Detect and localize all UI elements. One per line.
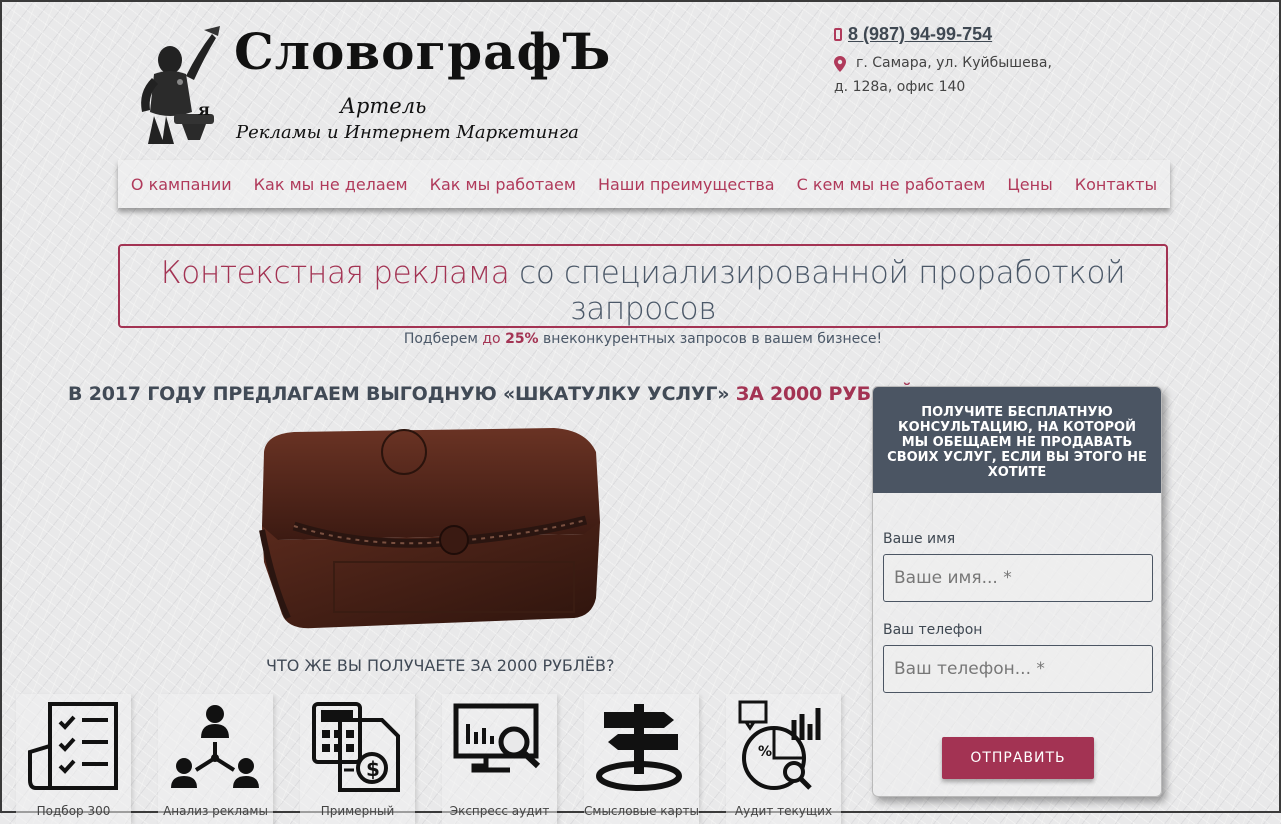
brand-name[interactable]: СловографЪ — [234, 22, 611, 81]
form-title: ПОЛУЧИТЕ БЕСПЛАТНУЮ КОНСУЛЬТАЦИЮ, НА КОТ… — [873, 387, 1161, 493]
checklist-icon — [28, 702, 118, 790]
service-tile-keywords[interactable]: Подбор 300 — [16, 694, 131, 824]
service-label: Смысловые карты — [584, 804, 699, 818]
phone-link[interactable]: 8 (987) 94-99-754 — [848, 24, 992, 45]
offer-heading: В 2017 ГОДУ ПРЕДЛАГАЕМ ВЫГОДНУЮ «ШКАТУЛК… — [68, 383, 924, 405]
service-label: Анализ рекламы — [163, 804, 268, 818]
main-nav: О кампании Как мы не делаем Как мы работ… — [118, 160, 1170, 208]
service-label: Подбор 300 — [36, 804, 111, 818]
offer-text: В 2017 ГОДУ ПРЕДЛАГАЕМ ВЫГОДНУЮ «ШКАТУЛК… — [68, 383, 730, 405]
svg-text:$: $ — [366, 757, 380, 781]
calculator-document-icon: $ — [312, 702, 400, 792]
hero-banner: Контекстная реклама со специализированно… — [118, 244, 1168, 347]
consultation-form: ПОЛУЧИТЕ БЕСПЛАТНУЮ КОНСУЛЬТАЦИЮ, НА КОТ… — [872, 386, 1162, 797]
banner-sub-text-1: Подберем — [403, 331, 478, 347]
service-tile-semantic-maps[interactable]: Смысловые карты — [584, 694, 699, 824]
services-list: Подбор 300 Анализ рекламы $ Примерный Эк… — [16, 694, 841, 824]
banner-title-rest: со специализированной проработкой запрос… — [519, 255, 1126, 327]
banner-sub-text-2: до — [482, 331, 501, 347]
service-tile-current-audit[interactable]: % Аудит текущих — [726, 694, 841, 824]
phone-icon — [834, 28, 842, 41]
service-label: Аудит текущих — [734, 804, 833, 818]
nav-item-advantages[interactable]: Наши преимущества — [598, 175, 775, 194]
brand-tagline: Рекламы и Интернет Маркетинга — [236, 122, 579, 143]
nav-item-about[interactable]: О кампании — [131, 175, 232, 194]
banner-sub-percent: 25% — [505, 331, 539, 347]
service-tile-ads-analysis[interactable]: Анализ рекламы — [158, 694, 273, 824]
network-icon — [171, 705, 259, 788]
location-pin-icon — [834, 56, 846, 72]
name-input[interactable] — [883, 554, 1153, 602]
signpost-icon — [596, 704, 682, 791]
service-box-image — [254, 422, 606, 634]
phone-label: Ваш телефон — [883, 622, 983, 638]
phone-input[interactable] — [883, 645, 1153, 693]
monitor-search-icon — [453, 703, 541, 773]
analytics-magnifier-icon: % — [738, 700, 821, 790]
nav-item-how-we-dont[interactable]: Как мы не делаем — [254, 175, 408, 194]
banner-sub-text-3: внеконкурентных запросов в вашем бизнесе… — [543, 331, 883, 347]
address-line-2: д. 128а, офис 140 — [834, 79, 966, 95]
banner-title: Контекстная реклама со специализированно… — [120, 255, 1166, 327]
service-tile-express-audit[interactable]: Экспресс аудит — [442, 694, 557, 824]
service-label: Примерный — [320, 804, 395, 818]
submit-button[interactable]: ОТПРАВИТЬ — [942, 737, 1094, 779]
brand-ya-mark: я — [198, 100, 210, 119]
service-label: Экспресс аудит — [449, 804, 550, 818]
svg-text:%: % — [758, 744, 772, 760]
nav-item-who-we-dont-work-with[interactable]: С кем мы не работаем — [797, 175, 986, 194]
contact-block: 8 (987) 94-99-754 г. Самара, ул. Куйбыше… — [834, 24, 1052, 99]
banner-subtitle: Подберем до 25% внеконкурентных запросов… — [120, 331, 1166, 347]
benefits-title: ЧТО ЖЕ ВЫ ПОЛУЧАЕТЕ ЗА 2000 РУБЛЁВ? — [266, 656, 615, 675]
nav-item-prices[interactable]: Цены — [1007, 175, 1052, 194]
logo-blacksmith-image[interactable] — [134, 22, 224, 150]
nav-item-contacts[interactable]: Контакты — [1075, 175, 1157, 194]
brand-subtitle: Артель — [340, 94, 427, 118]
name-label: Ваше имя — [883, 531, 956, 547]
address-line-1: г. Самара, ул. Куйбышева, — [856, 55, 1052, 71]
service-tile-estimate[interactable]: $ Примерный — [300, 694, 415, 824]
nav-item-how-we-work[interactable]: Как мы работаем — [430, 175, 576, 194]
banner-title-accent: Контекстная реклама — [160, 255, 510, 291]
